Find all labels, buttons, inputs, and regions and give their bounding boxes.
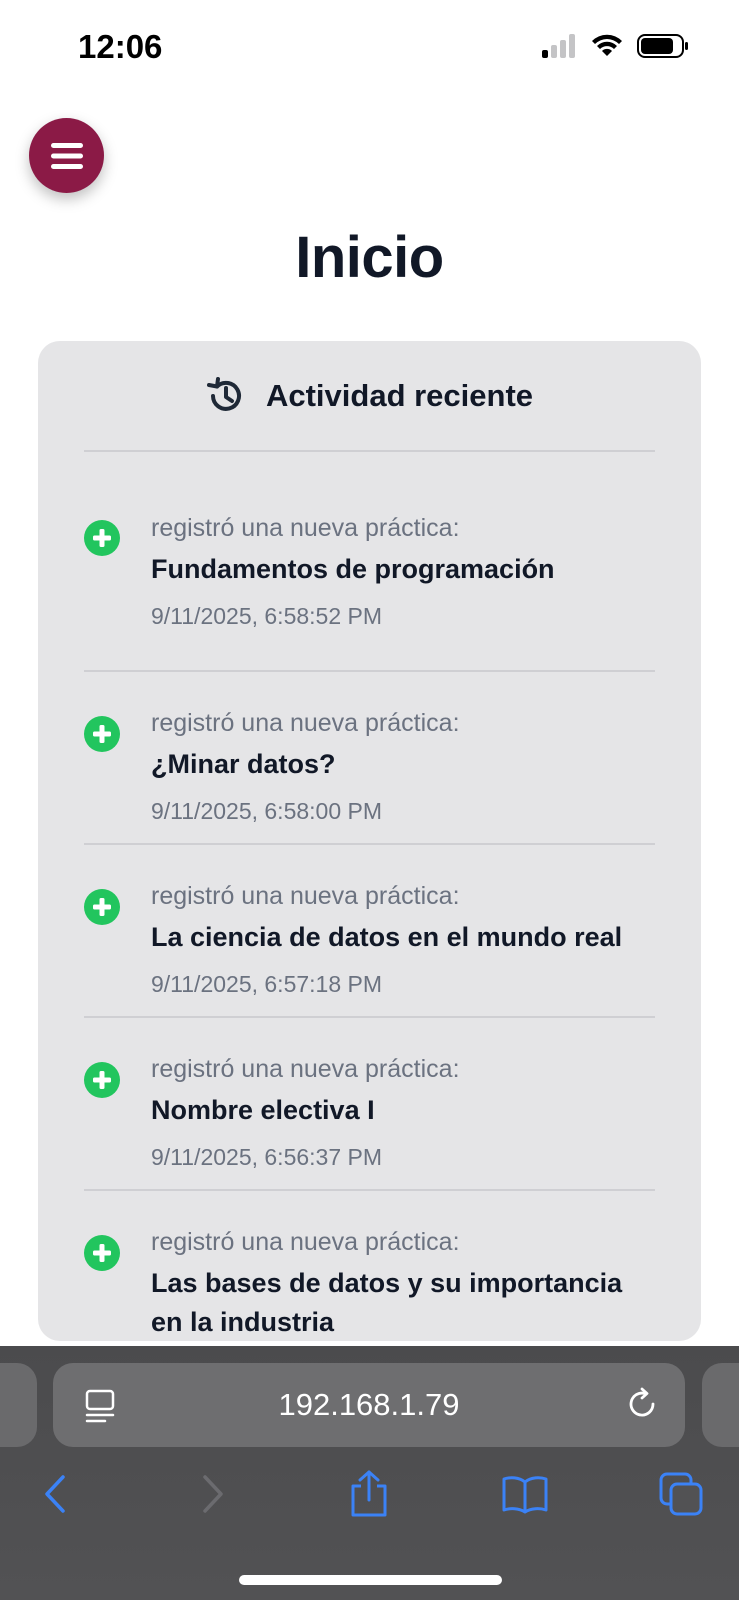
activity-list: registró una nueva práctica: Fundamentos…	[84, 452, 655, 1341]
hamburger-icon	[50, 142, 83, 169]
reload-icon[interactable]	[625, 1387, 659, 1421]
next-tab-preview[interactable]	[702, 1363, 739, 1447]
plus-circle-icon	[84, 1062, 120, 1098]
activity-action: registró una nueva práctica:	[151, 1055, 460, 1083]
page-menu-icon[interactable]	[85, 1389, 115, 1423]
share-icon	[351, 1470, 387, 1517]
history-icon	[206, 376, 241, 411]
card-header: Actividad reciente	[84, 341, 655, 452]
activity-title: Nombre electiva I	[151, 1095, 375, 1125]
address-text: 192.168.1.79	[278, 1387, 460, 1422]
activity-title: Las bases de datos y su importancia en l…	[151, 1268, 623, 1337]
activity-timestamp: 9/11/2025, 6:57:18 PM	[151, 971, 383, 997]
battery-icon	[637, 34, 688, 58]
forward-button[interactable]	[183, 1464, 243, 1524]
menu-button[interactable]	[29, 118, 104, 193]
bookmarks-button[interactable]	[495, 1464, 555, 1524]
list-item[interactable]: registró una nueva práctica: Nombre elec…	[84, 1018, 655, 1191]
activity-title: La ciencia de datos en el mundo real	[151, 922, 623, 952]
plus-circle-icon	[84, 716, 120, 752]
book-icon	[502, 1476, 548, 1514]
browser-toolbar	[0, 1464, 739, 1544]
page-title: Inicio	[295, 225, 444, 290]
activity-timestamp: 9/11/2025, 6:58:00 PM	[151, 798, 383, 824]
tabs-button[interactable]	[651, 1464, 711, 1524]
activity-action: registró una nueva práctica:	[151, 514, 460, 542]
back-button[interactable]	[25, 1464, 85, 1524]
activity-action: registró una nueva práctica:	[151, 882, 460, 910]
list-item[interactable]: registró una nueva práctica: Fundamentos…	[84, 452, 655, 672]
signal-icon	[542, 34, 575, 58]
activity-action: registró una nueva práctica:	[151, 709, 460, 737]
activity-timestamp: 9/11/2025, 6:56:37 PM	[151, 1144, 383, 1170]
address-bar[interactable]: 192.168.1.79	[53, 1363, 685, 1447]
activity-action: registró una nueva práctica:	[151, 1228, 460, 1256]
plus-circle-icon	[84, 889, 120, 925]
activity-timestamp: 9/11/2025, 6:58:52 PM	[151, 603, 383, 629]
plus-circle-icon	[84, 1235, 120, 1271]
status-bar: 12:06	[0, 0, 739, 100]
home-indicator	[239, 1575, 502, 1585]
list-item[interactable]: registró una nueva práctica: La ciencia …	[84, 845, 655, 1018]
activity-title: Fundamentos de programación	[151, 554, 555, 584]
card-header-title: Actividad reciente	[265, 377, 534, 413]
chevron-left-icon	[45, 1475, 65, 1513]
list-item[interactable]: registró una nueva práctica: ¿Minar dato…	[84, 672, 655, 845]
wifi-icon	[592, 34, 622, 56]
chevron-right-icon	[203, 1475, 223, 1513]
previous-tab-preview[interactable]	[0, 1363, 37, 1447]
plus-circle-icon	[84, 520, 120, 556]
status-icons	[541, 34, 689, 58]
activity-title: ¿Minar datos?	[151, 749, 336, 779]
activity-card: Actividad reciente registró una nueva pr…	[38, 341, 701, 1341]
status-time: 12:06	[78, 28, 163, 65]
list-item[interactable]: registró una nueva práctica: Las bases d…	[84, 1191, 655, 1341]
browser-bar: 192.168.1.79	[0, 1346, 739, 1600]
tabs-icon	[659, 1472, 703, 1516]
share-button[interactable]	[339, 1464, 399, 1524]
